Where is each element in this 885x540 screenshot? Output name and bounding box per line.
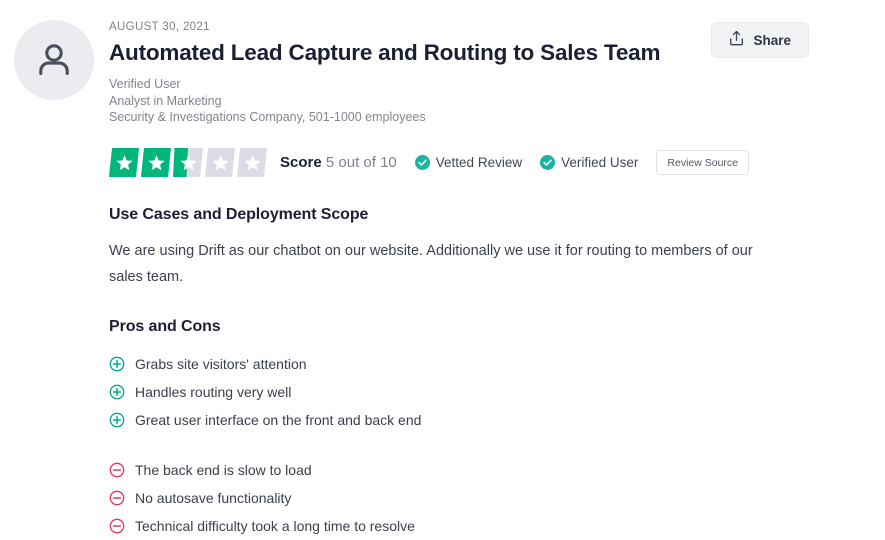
section-body: We are using Drift as our chatbot on our… (109, 243, 753, 285)
reviewer-meta: Verified User Analyst in Marketing Secur… (109, 76, 809, 126)
list-item: Great user interface on the front and ba… (109, 406, 809, 434)
status-badge-vetted-review-label: Vetted Review (435, 155, 523, 170)
list-item-label: Grabs site visitors' attention (135, 356, 307, 372)
check-circle-icon (414, 155, 430, 170)
star-rating (109, 148, 267, 177)
list-item-label: No autosave functionality (135, 490, 292, 506)
section-heading: Pros and Cons (109, 318, 221, 335)
list-item: Technical difficulty took a long time to… (109, 512, 809, 540)
list-item-label: Technical difficulty took a long time to… (135, 518, 415, 534)
avatar (14, 20, 94, 100)
review-source-button[interactable]: Review Source (656, 150, 750, 175)
list-item: Grabs site visitors' attention (109, 350, 809, 378)
page-title: Automated Lead Capture and Routing to Sa… (109, 40, 661, 65)
list-item-label: The back end is slow to load (135, 462, 312, 478)
status-badge-verified-user-label: Verified User (561, 155, 639, 170)
star-4 (205, 148, 235, 177)
pros-list: Grabs site visitors' attention Handles r… (109, 350, 809, 434)
section-pros-cons: Pros and Cons Grabs site visitors' atten… (109, 318, 809, 540)
list-item: Handles routing very well (109, 378, 809, 406)
list-item: The back end is slow to load (109, 456, 809, 484)
score-text: Score 5 out of 10 (280, 154, 397, 171)
status-badge-vetted-review: Vetted Review (414, 155, 523, 170)
plus-circle-icon (109, 412, 125, 428)
minus-circle-icon (109, 462, 125, 478)
star-1 (109, 148, 139, 177)
reviewer-company: Security & Investigations Company, 501-1… (109, 110, 426, 124)
star-5 (237, 148, 267, 177)
section-use-cases: Use Cases and Deployment Scope We are us… (109, 206, 809, 291)
reviewer-verified-label: Verified User (109, 77, 181, 91)
plus-circle-icon (109, 356, 125, 372)
review-date: AUGUST 30, 2021 (109, 21, 210, 33)
cons-list: The back end is slow to load No autosave… (109, 456, 809, 540)
score-row: Score 5 out of 10 Vetted Review Verified… (109, 148, 809, 178)
person-icon (32, 38, 76, 82)
reviewer-role: Analyst in Marketing (109, 93, 222, 108)
list-item-label: Handles routing very well (135, 384, 292, 400)
score-value: 5 out of 10 (325, 154, 397, 171)
star-3-half (173, 148, 203, 177)
list-item-label: Great user interface on the front and ba… (135, 412, 422, 428)
review-card: Share AUGUST 30, 2021 Automated Lead Cap… (0, 0, 885, 534)
minus-circle-icon (109, 490, 125, 506)
review-content: AUGUST 30, 2021 Automated Lead Capture a… (109, 20, 809, 540)
status-badge-verified-user: Verified User (540, 155, 638, 170)
list-item: No autosave functionality (109, 484, 809, 512)
star-2 (141, 148, 171, 177)
plus-circle-icon (109, 384, 125, 400)
section-heading: Use Cases and Deployment Scope (109, 205, 369, 223)
score-label: Score (280, 154, 322, 171)
minus-circle-icon (109, 518, 125, 534)
check-circle-icon (540, 155, 556, 170)
